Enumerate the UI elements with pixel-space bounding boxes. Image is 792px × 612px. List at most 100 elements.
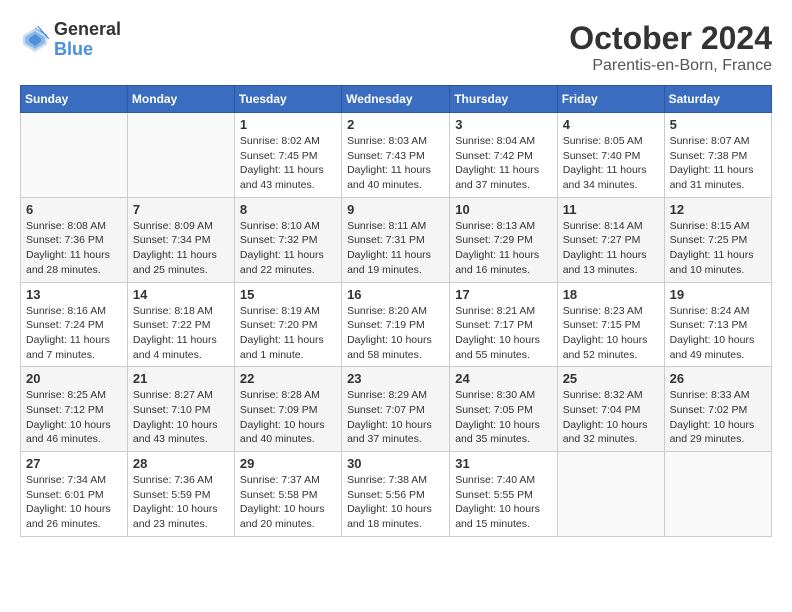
day-info: Sunrise: 8:18 AMSunset: 7:22 PMDaylight:…: [133, 304, 229, 363]
calendar-cell: [21, 113, 128, 198]
calendar-cell: 24 Sunrise: 8:30 AMSunset: 7:05 PMDayligh…: [450, 367, 557, 452]
calendar-cell: 11 Sunrise: 8:14 AMSunset: 7:27 PMDayligh…: [557, 197, 664, 282]
day-number: 28: [133, 456, 229, 471]
page-header: General Blue October 2024 Parentis-en-Bo…: [20, 20, 772, 75]
location: Parentis-en-Born, France: [569, 57, 772, 75]
day-info: Sunrise: 8:19 AMSunset: 7:20 PMDaylight:…: [240, 304, 336, 363]
day-info: Sunrise: 8:14 AMSunset: 7:27 PMDaylight:…: [563, 219, 659, 278]
calendar-cell: 31 Sunrise: 7:40 AMSunset: 5:55 PMDayligh…: [450, 452, 557, 537]
logo-text: General Blue: [54, 20, 121, 60]
calendar-cell: 8Sunrise: 8:10 AMSunset: 7:32 PMDaylight…: [234, 197, 341, 282]
day-info: Sunrise: 7:37 AMSunset: 5:58 PMDaylight:…: [240, 473, 336, 532]
day-number: 25: [563, 371, 659, 386]
week-row-4: 20 Sunrise: 8:25 AMSunset: 7:12 PMDayligh…: [21, 367, 772, 452]
calendar-cell: [557, 452, 664, 537]
calendar-cell: 2 Sunrise: 8:03 AMSunset: 7:43 PMDaylight…: [342, 113, 450, 198]
day-number: 20: [26, 371, 122, 386]
calendar-cell: 17 Sunrise: 8:21 AMSunset: 7:17 PMDayligh…: [450, 282, 557, 367]
day-number: 23: [347, 371, 444, 386]
week-row-2: 6Sunrise: 8:08 AMSunset: 7:36 PMDaylight…: [21, 197, 772, 282]
week-row-5: 27 Sunrise: 7:34 AMSunset: 6:01 PMDayligh…: [21, 452, 772, 537]
calendar-cell: 21 Sunrise: 8:27 AMSunset: 7:10 PMDayligh…: [127, 367, 234, 452]
day-number: 8: [240, 202, 336, 217]
day-number: 10: [455, 202, 551, 217]
calendar-cell: 10 Sunrise: 8:13 AMSunset: 7:29 PMDayligh…: [450, 197, 557, 282]
calendar-cell: 9Sunrise: 8:11 AMSunset: 7:31 PMDaylight…: [342, 197, 450, 282]
calendar-cell: 26Sunrise: 8:33 AMSunset: 7:02 PMDayligh…: [664, 367, 771, 452]
calendar-cell: [664, 452, 771, 537]
day-info: Sunrise: 8:16 AMSunset: 7:24 PMDaylight:…: [26, 304, 122, 363]
calendar-cell: 27 Sunrise: 7:34 AMSunset: 6:01 PMDayligh…: [21, 452, 128, 537]
calendar-cell: 18 Sunrise: 8:23 AMSunset: 7:15 PMDayligh…: [557, 282, 664, 367]
day-info: Sunrise: 8:23 AMSunset: 7:15 PMDaylight:…: [563, 304, 659, 363]
day-info: Sunrise: 7:34 AMSunset: 6:01 PMDaylight:…: [26, 473, 122, 532]
day-info: Sunrise: 8:24 AMSunset: 7:13 PMDaylight:…: [670, 304, 766, 363]
day-number: 4: [563, 117, 659, 132]
header-tuesday: Tuesday: [234, 86, 341, 113]
day-info: Sunrise: 8:02 AMSunset: 7:45 PMDaylight:…: [240, 134, 336, 193]
day-info: Sunrise: 7:36 AMSunset: 5:59 PMDaylight:…: [133, 473, 229, 532]
day-number: 29: [240, 456, 336, 471]
calendar-cell: 6Sunrise: 8:08 AMSunset: 7:36 PMDaylight…: [21, 197, 128, 282]
calendar-cell: 25 Sunrise: 8:32 AMSunset: 7:04 PMDayligh…: [557, 367, 664, 452]
day-info: Sunrise: 8:29 AMSunset: 7:07 PMDaylight:…: [347, 388, 444, 447]
month-title: October 2024: [569, 20, 772, 57]
day-info: Sunrise: 7:40 AMSunset: 5:55 PMDaylight:…: [455, 473, 551, 532]
calendar-cell: 28 Sunrise: 7:36 AMSunset: 5:59 PMDayligh…: [127, 452, 234, 537]
calendar-cell: 23 Sunrise: 8:29 AMSunset: 7:07 PMDayligh…: [342, 367, 450, 452]
calendar-cell: 12Sunrise: 8:15 AMSunset: 7:25 PMDayligh…: [664, 197, 771, 282]
day-info: Sunrise: 8:32 AMSunset: 7:04 PMDaylight:…: [563, 388, 659, 447]
day-number: 11: [563, 202, 659, 217]
calendar-cell: 30Sunrise: 7:38 AMSunset: 5:56 PMDayligh…: [342, 452, 450, 537]
calendar-cell: [127, 113, 234, 198]
day-number: 27: [26, 456, 122, 471]
day-info: Sunrise: 8:25 AMSunset: 7:12 PMDaylight:…: [26, 388, 122, 447]
day-info: Sunrise: 8:03 AMSunset: 7:43 PMDaylight:…: [347, 134, 444, 193]
day-info: Sunrise: 8:28 AMSunset: 7:09 PMDaylight:…: [240, 388, 336, 447]
day-number: 21: [133, 371, 229, 386]
logo: General Blue: [20, 20, 121, 60]
calendar-table: SundayMondayTuesdayWednesdayThursdayFrid…: [20, 85, 772, 537]
calendar-cell: 20 Sunrise: 8:25 AMSunset: 7:12 PMDayligh…: [21, 367, 128, 452]
day-info: Sunrise: 8:13 AMSunset: 7:29 PMDaylight:…: [455, 219, 551, 278]
header-monday: Monday: [127, 86, 234, 113]
calendar-cell: 4 Sunrise: 8:05 AMSunset: 7:40 PMDaylight…: [557, 113, 664, 198]
calendar-cell: 19 Sunrise: 8:24 AMSunset: 7:13 PMDayligh…: [664, 282, 771, 367]
day-info: Sunrise: 8:15 AMSunset: 7:25 PMDaylight:…: [670, 219, 766, 278]
day-number: 13: [26, 287, 122, 302]
calendar-cell: 3 Sunrise: 8:04 AMSunset: 7:42 PMDaylight…: [450, 113, 557, 198]
day-number: 14: [133, 287, 229, 302]
day-number: 2: [347, 117, 444, 132]
day-number: 18: [563, 287, 659, 302]
header-friday: Friday: [557, 86, 664, 113]
day-number: 5: [670, 117, 766, 132]
title-block: October 2024 Parentis-en-Born, France: [569, 20, 772, 75]
day-info: Sunrise: 8:05 AMSunset: 7:40 PMDaylight:…: [563, 134, 659, 193]
calendar-cell: 7Sunrise: 8:09 AMSunset: 7:34 PMDaylight…: [127, 197, 234, 282]
header-saturday: Saturday: [664, 86, 771, 113]
day-info: Sunrise: 8:21 AMSunset: 7:17 PMDaylight:…: [455, 304, 551, 363]
week-row-1: 1Sunrise: 8:02 AMSunset: 7:45 PMDaylight…: [21, 113, 772, 198]
day-number: 19: [670, 287, 766, 302]
day-number: 16: [347, 287, 444, 302]
day-number: 26: [670, 371, 766, 386]
day-number: 15: [240, 287, 336, 302]
day-info: Sunrise: 8:20 AMSunset: 7:19 PMDaylight:…: [347, 304, 444, 363]
day-number: 24: [455, 371, 551, 386]
calendar-cell: 16 Sunrise: 8:20 AMSunset: 7:19 PMDayligh…: [342, 282, 450, 367]
day-info: Sunrise: 8:30 AMSunset: 7:05 PMDaylight:…: [455, 388, 551, 447]
calendar-cell: 22 Sunrise: 8:28 AMSunset: 7:09 PMDayligh…: [234, 367, 341, 452]
calendar-cell: 15 Sunrise: 8:19 AMSunset: 7:20 PMDayligh…: [234, 282, 341, 367]
day-info: Sunrise: 8:07 AMSunset: 7:38 PMDaylight:…: [670, 134, 766, 193]
header-wednesday: Wednesday: [342, 86, 450, 113]
calendar-header-row: SundayMondayTuesdayWednesdayThursdayFrid…: [21, 86, 772, 113]
day-number: 3: [455, 117, 551, 132]
day-info: Sunrise: 8:27 AMSunset: 7:10 PMDaylight:…: [133, 388, 229, 447]
calendar-cell: 5 Sunrise: 8:07 AMSunset: 7:38 PMDaylight…: [664, 113, 771, 198]
day-number: 22: [240, 371, 336, 386]
day-info: Sunrise: 8:04 AMSunset: 7:42 PMDaylight:…: [455, 134, 551, 193]
day-number: 17: [455, 287, 551, 302]
calendar-cell: 29 Sunrise: 7:37 AMSunset: 5:58 PMDayligh…: [234, 452, 341, 537]
day-number: 31: [455, 456, 551, 471]
header-sunday: Sunday: [21, 86, 128, 113]
